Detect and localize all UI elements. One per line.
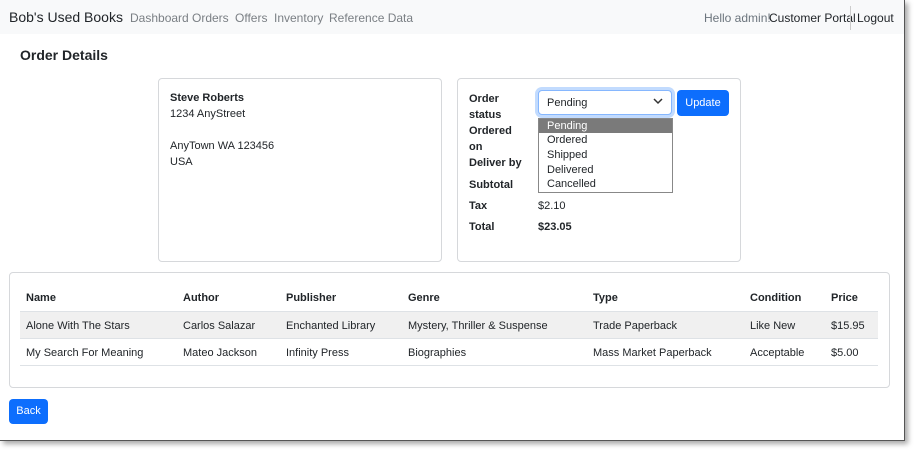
- cell-type: Trade Paperback: [593, 320, 677, 332]
- order-status-label-line1: Order: [469, 93, 499, 105]
- order-summary-card: Order status Ordered on Deliver by Subto…: [457, 78, 741, 262]
- app-window: Bob's Used Books Dashboard Orders Offers…: [0, 0, 905, 441]
- cell-name: Alone With The Stars: [26, 320, 130, 332]
- nav-orders[interactable]: Orders: [192, 11, 229, 25]
- cell-genre: Mystery, Thriller & Suspense: [408, 320, 548, 332]
- table-row[interactable]: Alone With The Stars Carlos Salazar Ench…: [20, 311, 878, 339]
- cell-condition: Acceptable: [750, 347, 805, 359]
- back-button[interactable]: Back: [9, 399, 48, 424]
- status-option-delivered[interactable]: Delivered: [539, 163, 672, 177]
- column-header-author: Author: [183, 292, 220, 304]
- status-option-ordered[interactable]: Ordered: [539, 133, 672, 147]
- brand-link[interactable]: Bob's Used Books: [9, 9, 123, 25]
- ordered-on-label-line1: Ordered: [469, 125, 512, 137]
- cell-genre: Biographies: [408, 347, 467, 359]
- cell-price: $5.00: [831, 347, 859, 359]
- logout-link[interactable]: Logout: [857, 11, 894, 25]
- cell-publisher: Enchanted Library: [286, 320, 376, 332]
- top-navbar: Bob's Used Books Dashboard Orders Offers…: [0, 0, 904, 34]
- column-header-name: Name: [26, 292, 56, 304]
- order-status-label: Order status: [469, 91, 501, 123]
- cell-publisher: Infinity Press: [286, 347, 349, 359]
- order-status-dropdown-list: Pending Ordered Shipped Delivered Cancel…: [538, 118, 673, 193]
- customer-name: Steve Roberts: [170, 92, 244, 104]
- nav-reference-data[interactable]: Reference Data: [329, 11, 413, 25]
- update-button[interactable]: Update: [677, 90, 729, 116]
- order-status-selected-value: Pending: [547, 97, 588, 109]
- shipping-address-card: Steve Roberts 1234 AnyStreet AnyTown WA …: [158, 78, 442, 262]
- order-items-table: Name Author Publisher Genre Type Conditi…: [9, 272, 890, 388]
- table-row[interactable]: My Search For Meaning Mateo Jackson Infi…: [20, 338, 878, 366]
- tax-label: Tax: [469, 200, 488, 212]
- column-header-price: Price: [831, 292, 858, 304]
- cell-name: My Search For Meaning: [26, 347, 144, 359]
- column-header-publisher: Publisher: [286, 292, 337, 304]
- cell-type: Mass Market Paperback: [593, 347, 712, 359]
- nav-offers[interactable]: Offers: [235, 11, 267, 25]
- column-header-genre: Genre: [408, 292, 440, 304]
- subtotal-label: Subtotal: [469, 179, 513, 191]
- customer-portal-link[interactable]: Customer Portal: [769, 11, 856, 25]
- chevron-down-icon: [653, 94, 663, 111]
- status-option-cancelled[interactable]: Cancelled: [539, 177, 672, 191]
- nav-dashboard[interactable]: Dashboard: [130, 11, 189, 25]
- cell-author: Carlos Salazar: [183, 320, 256, 332]
- greeting-text: Hello admin!: [704, 11, 771, 25]
- total-label: Total: [469, 221, 495, 233]
- cell-author: Mateo Jackson: [183, 347, 257, 359]
- tax-value: $2.10: [538, 200, 566, 212]
- order-status-label-line2: status: [469, 109, 502, 121]
- cell-condition: Like New: [750, 320, 796, 332]
- cell-price: $15.95: [831, 320, 865, 332]
- status-option-pending[interactable]: Pending: [539, 119, 672, 133]
- column-header-condition: Condition: [750, 292, 802, 304]
- nav-divider: [850, 6, 851, 30]
- status-option-shipped[interactable]: Shipped: [539, 148, 672, 162]
- page-title: Order Details: [20, 47, 108, 63]
- ordered-on-label: Ordered on: [469, 123, 512, 155]
- address-city-state-zip: AnyTown WA 123456: [170, 140, 275, 152]
- nav-inventory[interactable]: Inventory: [274, 11, 323, 25]
- table-bottom-divider: [20, 365, 878, 366]
- order-status-select[interactable]: Pending: [538, 90, 672, 115]
- ordered-on-label-line2: on: [469, 141, 483, 153]
- total-value: $23.05: [538, 221, 572, 233]
- address-country: USA: [170, 156, 193, 168]
- deliver-by-label: Deliver by: [469, 157, 522, 169]
- address-street: 1234 AnyStreet: [170, 108, 246, 120]
- column-header-type: Type: [593, 292, 618, 304]
